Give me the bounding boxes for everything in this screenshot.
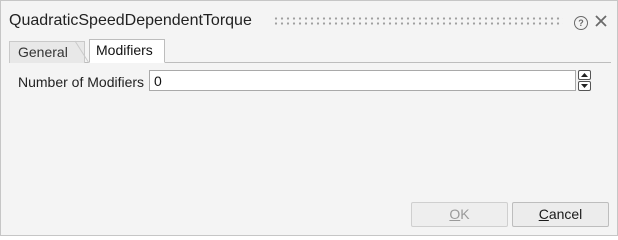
drag-grip[interactable] xyxy=(273,16,563,26)
ok-label-rest: K xyxy=(460,206,470,222)
spin-down-button[interactable] xyxy=(578,81,591,91)
title-bar[interactable]: QuadraticSpeedDependentTorque ? xyxy=(1,1,617,37)
tab-slant xyxy=(75,40,89,63)
close-icon[interactable] xyxy=(594,14,608,28)
spin-up-button[interactable] xyxy=(578,70,591,80)
number-of-modifiers-label: Number of Modifiers xyxy=(18,74,145,90)
tab-general[interactable]: General xyxy=(9,41,85,63)
number-of-modifiers-input[interactable] xyxy=(149,70,576,91)
help-icon[interactable]: ? xyxy=(574,16,588,30)
dialog-title: QuadraticSpeedDependentTorque xyxy=(9,12,252,29)
cancel-mnemonic: C xyxy=(538,206,549,222)
number-of-modifiers-spinner xyxy=(578,70,592,91)
ok-button[interactable]: OK xyxy=(411,202,508,227)
spin-up-icon xyxy=(581,73,588,77)
cancel-button[interactable]: Cancel xyxy=(512,202,609,227)
dialog-window: QuadraticSpeedDependentTorque ? General … xyxy=(0,0,618,236)
ok-mnemonic: O xyxy=(449,206,461,222)
tab-bar: General Modifiers xyxy=(9,39,611,63)
spin-down-icon xyxy=(581,84,588,88)
cancel-label-rest: ancel xyxy=(548,206,583,222)
tab-modifiers[interactable]: Modifiers xyxy=(89,39,165,63)
